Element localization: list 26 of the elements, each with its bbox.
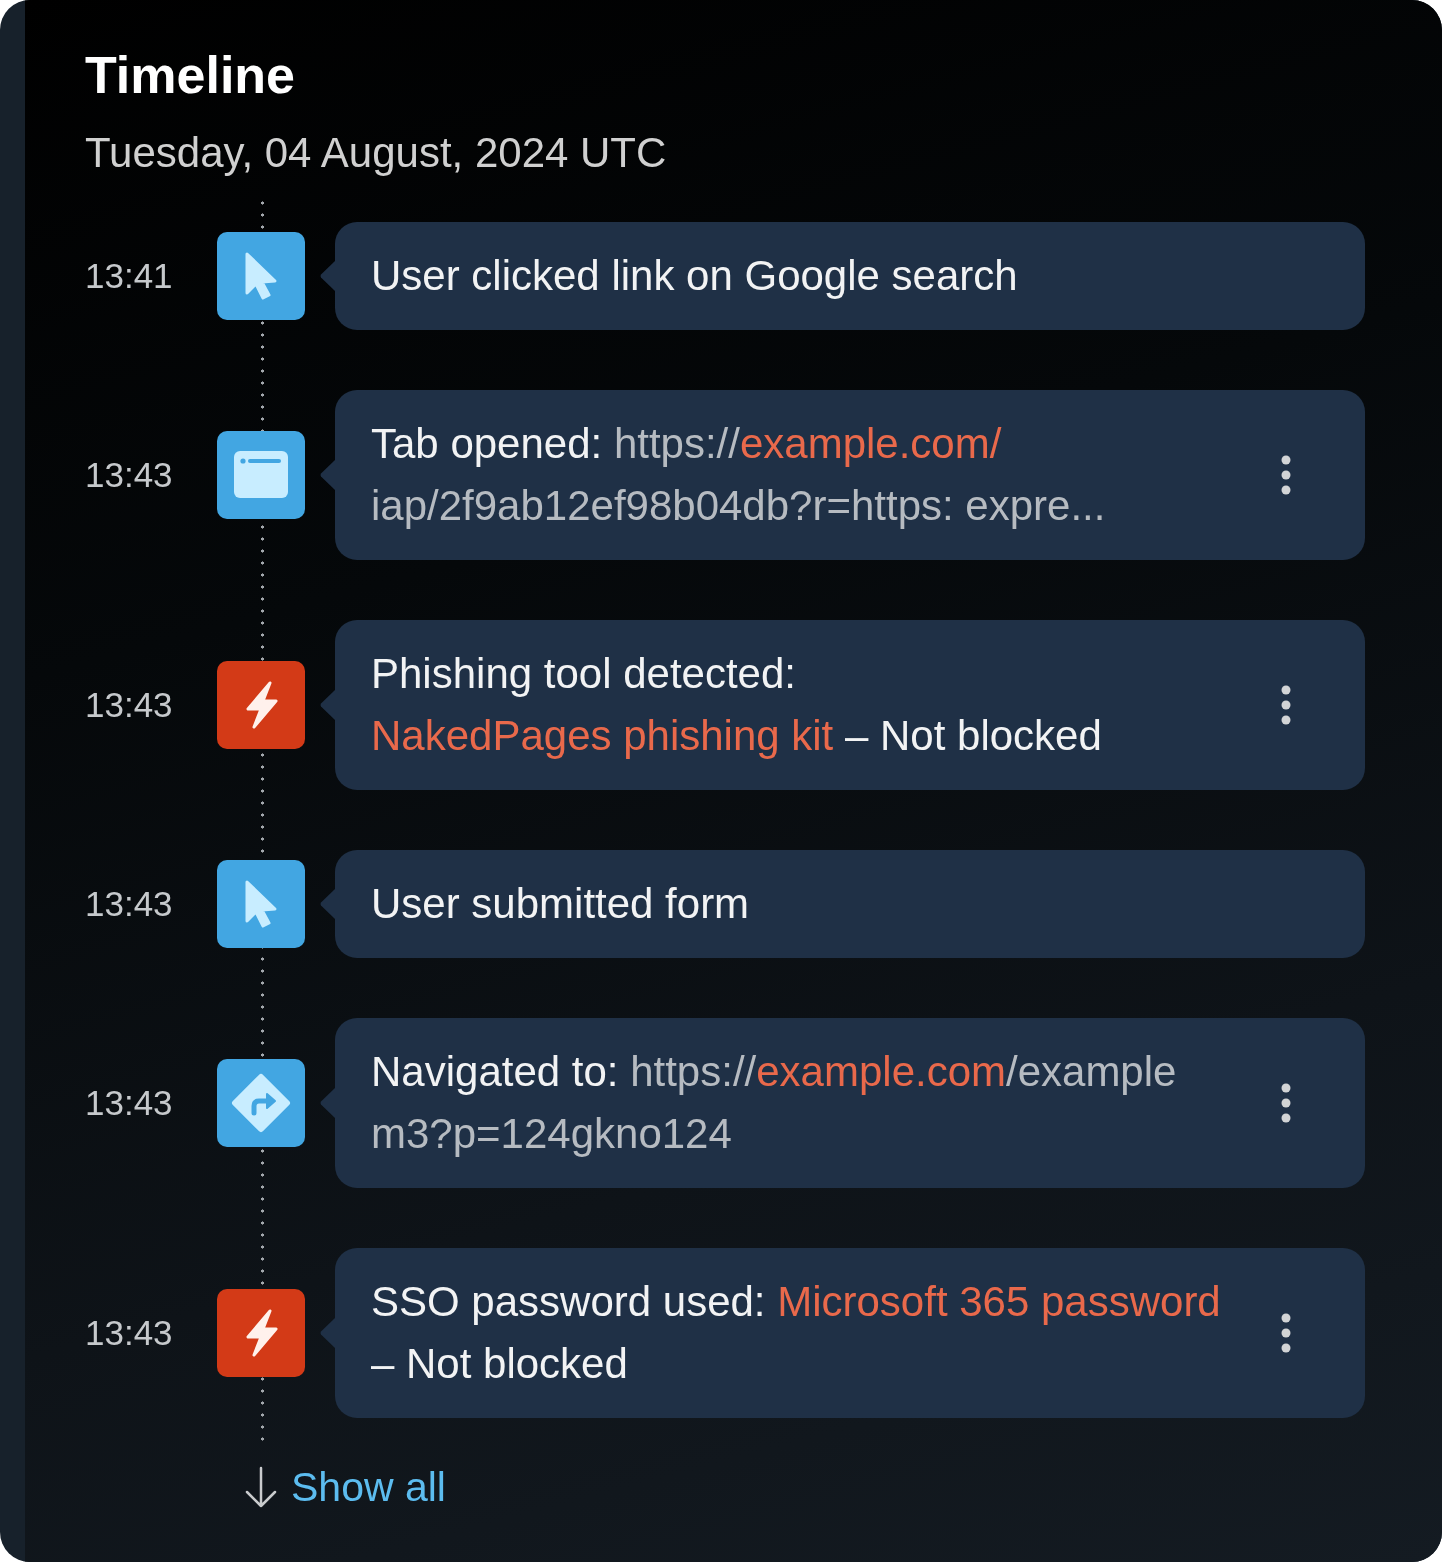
event-description: SSO password used: Microsoft 365 password – Not blocked: [371, 1277, 1222, 1389]
event-time: 13:41: [85, 255, 174, 297]
event-time: 13:43: [85, 684, 174, 726]
show-all-link[interactable]: Show all: [243, 1462, 446, 1512]
event-description: Phishing tool detected: NakedPages phishing kit – Not blocked: [371, 649, 1103, 761]
lightning-icon: [217, 1289, 305, 1377]
turn-sign-icon: [217, 1059, 305, 1147]
event-time: 13:43: [85, 1082, 174, 1124]
kebab-menu-icon: [1281, 455, 1291, 495]
event-time: 13:43: [85, 454, 174, 496]
event-description: Navigated to: https://example.com/example m3?p=124gkno124: [371, 1047, 1178, 1159]
lightning-icon: [217, 661, 305, 749]
kebab-menu-icon: [1281, 685, 1291, 725]
event-description: User submitted form: [371, 879, 751, 929]
cursor-icon: [217, 860, 305, 948]
event-description: Tab opened: https://example.com/ iap/2f9ab12ef98b04db?r=https: expre...: [371, 419, 1107, 531]
kebab-menu-icon: [1281, 1083, 1291, 1123]
arrow-down-icon: [243, 1466, 279, 1508]
browser-window-icon: [217, 431, 305, 519]
timeline-title: Timeline: [85, 45, 295, 106]
kebab-menu-icon: [1281, 1313, 1291, 1353]
cursor-icon: [217, 232, 305, 320]
event-time: 13:43: [85, 883, 174, 925]
event-time: 13:43: [85, 1312, 174, 1354]
event-description: User clicked link on Google search: [371, 251, 1019, 301]
timeline-date: Tuesday, 04 August, 2024 UTC: [85, 128, 667, 178]
